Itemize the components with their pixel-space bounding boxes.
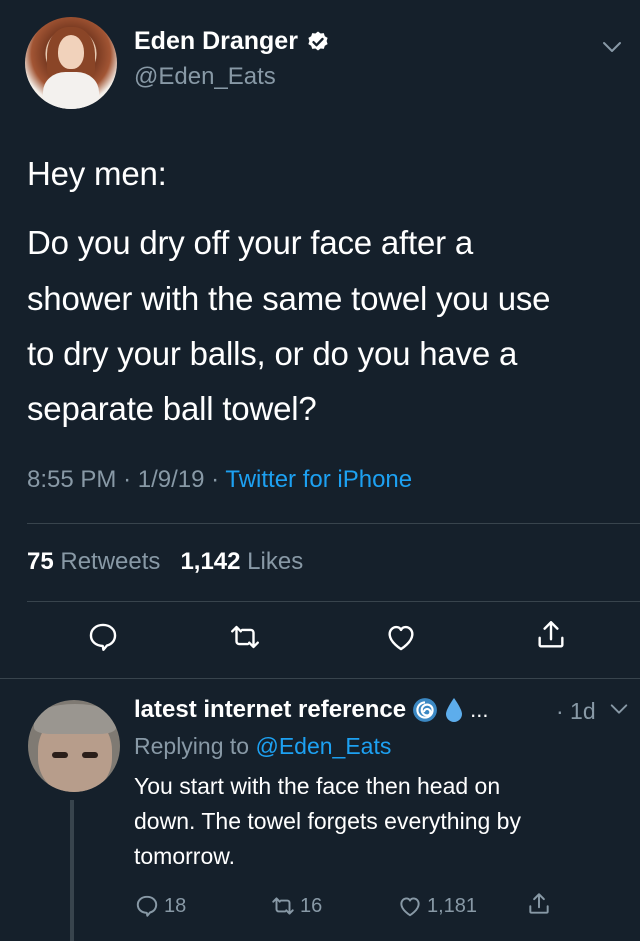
reply-text-line: You start with the face then head on — [134, 773, 501, 799]
cyclone-emoji-icon — [413, 698, 438, 722]
author-handle[interactable]: @Eden_Eats — [134, 63, 276, 91]
like-count: 1,181 — [427, 894, 478, 917]
tweet-time: 8:55 PM — [27, 466, 117, 493]
retweets-count: 75 — [27, 548, 54, 575]
tweet-text-line: to dry your balls, or do you have a — [27, 335, 518, 372]
reply-text-line: tomorrow. — [134, 843, 235, 869]
replying-handle-link[interactable]: @Eden_Eats — [255, 733, 391, 759]
droplet-emoji-icon — [446, 698, 463, 722]
like-icon — [400, 897, 420, 917]
reply-like-button[interactable]: 1,181 — [397, 893, 477, 919]
likes-stat[interactable]: 1,142 Likes — [180, 548, 303, 575]
reply-time: · 1d — [556, 698, 596, 724]
verified-badge-icon — [308, 31, 328, 50]
divider — [27, 601, 640, 602]
replying-to: Replying to @Eden_Eats — [134, 733, 391, 760]
likes-label: Likes — [247, 548, 304, 575]
replying-label: Replying to — [134, 733, 250, 759]
reply-count: 18 — [164, 894, 187, 917]
retweets-label: Retweets — [60, 548, 161, 575]
tweet-text-line: shower with the same towel you use — [27, 280, 551, 317]
reply-icon — [136, 895, 158, 917]
like-icon[interactable] — [384, 620, 418, 654]
retweets-stat[interactable]: 75 Retweets — [27, 548, 160, 575]
retweet-icon — [272, 897, 294, 915]
tweet-text-line: Do you dry off your face after a — [27, 224, 474, 261]
share-icon[interactable] — [534, 618, 568, 652]
likes-count: 1,142 — [180, 548, 241, 575]
author-name-row[interactable]: Eden Dranger — [134, 27, 330, 56]
tweet-text-line: Hey men: — [27, 155, 167, 192]
tweet-date: 1/9/19 — [137, 466, 205, 493]
divider — [27, 523, 640, 524]
chevron-down-icon[interactable] — [600, 35, 624, 59]
share-icon — [529, 893, 549, 914]
divider — [0, 678, 640, 679]
reply-text-line: down. The towel forgets everything by — [134, 808, 521, 834]
thread-line — [70, 800, 74, 941]
chevron-down-icon[interactable] — [608, 698, 630, 720]
author-avatar[interactable] — [25, 17, 117, 109]
reply-author-avatar[interactable] — [28, 700, 120, 792]
tweet-text-line: separate ball towel? — [27, 390, 317, 427]
retweet-icon[interactable] — [228, 620, 262, 654]
reply-author-name-row[interactable]: latest internet reference ... — [134, 696, 488, 724]
reply-author-name[interactable]: latest internet reference — [134, 696, 406, 724]
author-name[interactable]: Eden Dranger — [134, 27, 298, 56]
reply-share-button[interactable] — [526, 891, 552, 917]
tweet-stats: 75 Retweets 1,142 Likes — [27, 548, 303, 576]
name-truncation: ... — [470, 697, 489, 722]
reply-icon[interactable] — [86, 620, 120, 654]
tweet-meta: 8:55 PM · 1/9/19 · Twitter for iPhone — [27, 466, 413, 493]
reply-reply-button[interactable]: 18 — [134, 893, 186, 919]
retweet-count: 16 — [300, 894, 323, 917]
tweet-source-link[interactable]: Twitter for iPhone — [225, 466, 412, 493]
reply-retweet-button[interactable]: 16 — [270, 893, 322, 919]
